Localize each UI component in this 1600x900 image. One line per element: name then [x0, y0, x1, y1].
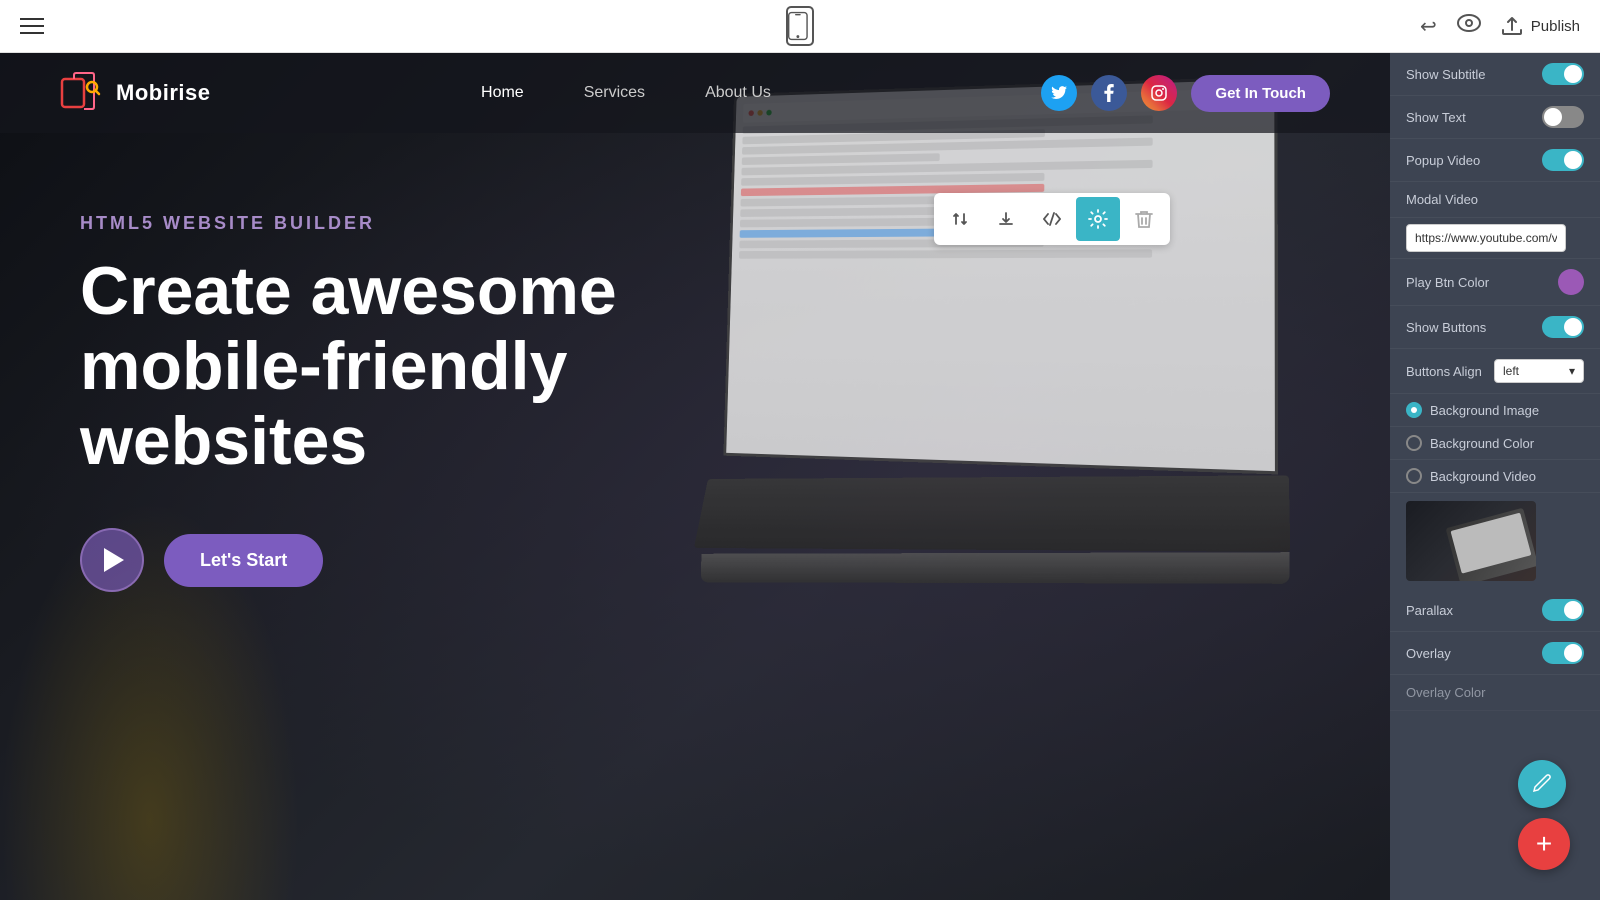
- overlay-label: Overlay: [1406, 646, 1451, 661]
- toolbar-left: [20, 18, 44, 34]
- parallax-toggle[interactable]: [1542, 599, 1584, 621]
- start-button[interactable]: Let's Start: [164, 534, 323, 587]
- modal-video-input[interactable]: [1406, 224, 1566, 252]
- overlay-color-row: Overlay Color: [1390, 675, 1600, 711]
- fab-edit-button[interactable]: [1518, 760, 1566, 808]
- settings-button[interactable]: [1076, 197, 1120, 241]
- show-text-label: Show Text: [1406, 110, 1466, 125]
- nav-link-about[interactable]: About Us: [705, 84, 771, 102]
- show-buttons-row: Show Buttons: [1390, 306, 1600, 349]
- overlay-toggle[interactable]: [1542, 642, 1584, 664]
- nav-link-home[interactable]: Home: [481, 84, 524, 102]
- hero-buttons: Let's Start: [80, 528, 1310, 592]
- buttons-align-label: Buttons Align: [1406, 364, 1482, 379]
- parallax-label: Parallax: [1406, 603, 1453, 618]
- show-subtitle-toggle[interactable]: [1542, 63, 1584, 85]
- modal-video-input-row: [1390, 218, 1600, 259]
- hero-title-line2: mobile-friendly websites: [80, 328, 567, 479]
- mobile-preview-icon[interactable]: [786, 6, 814, 46]
- toolbar-right: ↩ Publish: [1420, 14, 1580, 39]
- show-text-toggle[interactable]: [1542, 106, 1584, 128]
- show-subtitle-row: Show Subtitle: [1390, 53, 1600, 96]
- sort-button[interactable]: [938, 197, 982, 241]
- fab-container: +: [1518, 760, 1570, 870]
- background-video-label: Background Video: [1430, 469, 1536, 484]
- brand-logo: [60, 71, 104, 115]
- plus-icon: +: [1536, 830, 1552, 858]
- buttons-align-dropdown[interactable]: left ▾: [1494, 359, 1584, 383]
- popup-video-toggle[interactable]: [1542, 149, 1584, 171]
- toolbar-center: [786, 6, 814, 46]
- background-image-row: Background Image: [1390, 394, 1600, 427]
- float-toolbar: [934, 193, 1170, 245]
- modal-video-label: Modal Video: [1406, 192, 1478, 207]
- social-instagram-icon[interactable]: [1141, 75, 1177, 111]
- hero-section: Mobirise Home Services About Us: [0, 53, 1390, 900]
- show-text-row: Show Text: [1390, 96, 1600, 139]
- buttons-align-value: left: [1503, 364, 1519, 378]
- undo-button[interactable]: ↩: [1420, 14, 1437, 39]
- social-facebook-icon[interactable]: [1091, 75, 1127, 111]
- background-image-label: Background Image: [1430, 403, 1539, 418]
- nav-link-services[interactable]: Services: [584, 84, 645, 102]
- cta-button[interactable]: Get In Touch: [1191, 75, 1330, 112]
- overlay-row: Overlay: [1390, 632, 1600, 675]
- brand: Mobirise: [60, 71, 210, 115]
- popup-video-row: Popup Video: [1390, 139, 1600, 182]
- download-button[interactable]: [984, 197, 1028, 241]
- background-video-row: Background Video: [1390, 460, 1600, 493]
- hero-content: HTML5 WEBSITE BUILDER Create awesome mob…: [0, 133, 1390, 592]
- show-buttons-toggle[interactable]: [1542, 316, 1584, 338]
- overlay-color-label: Overlay Color: [1406, 685, 1485, 700]
- code-button[interactable]: [1030, 197, 1074, 241]
- delete-button[interactable]: [1122, 197, 1166, 241]
- background-color-label: Background Color: [1430, 436, 1534, 451]
- hero-navbar: Mobirise Home Services About Us: [0, 53, 1390, 133]
- buttons-align-row: Buttons Align left ▾: [1390, 349, 1600, 394]
- hero-title: Create awesome mobile-friendly websites: [80, 254, 760, 478]
- popup-video-label: Popup Video: [1406, 153, 1480, 168]
- chevron-down-icon: ▾: [1569, 364, 1575, 378]
- hamburger-menu[interactable]: [20, 18, 44, 34]
- play-btn-color-picker[interactable]: [1558, 269, 1584, 295]
- background-video-radio[interactable]: [1406, 468, 1422, 484]
- background-thumbnail[interactable]: [1406, 501, 1536, 581]
- modal-video-row: Modal Video: [1390, 182, 1600, 218]
- play-btn-color-row: Play Btn Color: [1390, 259, 1600, 306]
- background-color-radio[interactable]: [1406, 435, 1422, 451]
- play-btn-color-label: Play Btn Color: [1406, 275, 1489, 290]
- publish-label: Publish: [1531, 18, 1580, 35]
- thumbnail-laptop-icon: [1446, 508, 1536, 581]
- fab-add-button[interactable]: +: [1518, 818, 1570, 870]
- show-subtitle-label: Show Subtitle: [1406, 67, 1486, 82]
- hero-title-line1: Create awesome: [80, 253, 617, 329]
- background-color-row: Background Color: [1390, 427, 1600, 460]
- background-image-radio[interactable]: [1406, 402, 1422, 418]
- play-button[interactable]: [80, 528, 144, 592]
- nav-links: Home Services About Us: [481, 84, 771, 102]
- publish-button[interactable]: Publish: [1501, 16, 1580, 36]
- show-buttons-label: Show Buttons: [1406, 320, 1486, 335]
- top-toolbar: ↩ Publish: [0, 0, 1600, 53]
- parallax-row: Parallax: [1390, 589, 1600, 632]
- preview-button[interactable]: [1457, 14, 1481, 38]
- play-triangle-icon: [104, 548, 124, 572]
- social-twitter-icon[interactable]: [1041, 75, 1077, 111]
- nav-right: Get In Touch: [1041, 75, 1330, 112]
- brand-name: Mobirise: [116, 80, 210, 106]
- main-area: Mobirise Home Services About Us: [0, 53, 1600, 900]
